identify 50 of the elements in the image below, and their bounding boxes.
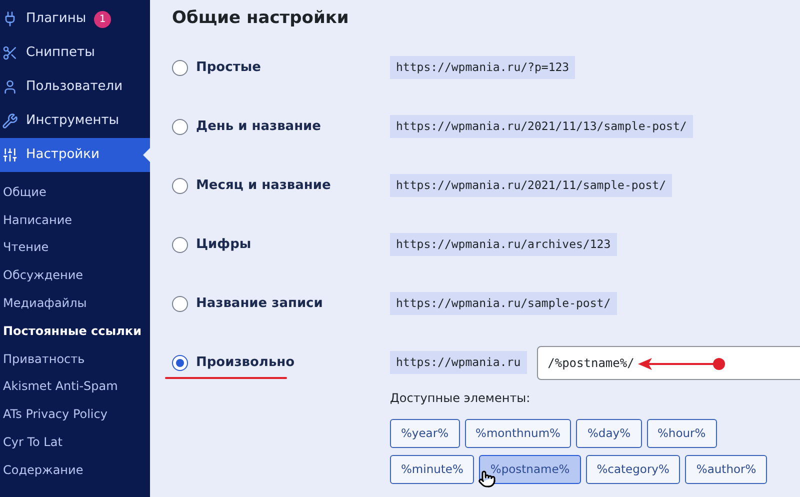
radio-button[interactable] <box>172 178 188 194</box>
url-example: https://wpmania.ru/sample-post/ <box>390 292 617 316</box>
radio-button[interactable] <box>172 118 188 134</box>
count-badge: 1 <box>94 10 112 28</box>
option-label: Цифры <box>196 236 252 254</box>
option-label: День и название <box>196 118 321 136</box>
menu-item[interactable]: Настройки <box>0 138 150 172</box>
option-label: Произвольно <box>196 354 295 372</box>
url-example: https://wpmania.ru/?p=123 <box>390 56 576 80</box>
submenu-item[interactable]: Чтение <box>3 238 49 256</box>
submenu-item[interactable]: Содержание <box>3 460 84 479</box>
url-example: https://wpmania.ru/2021/11/sample-post/ <box>390 174 672 198</box>
menu-item[interactable]: Пользователи <box>0 70 150 104</box>
option-label: Простые <box>196 58 261 77</box>
tag-button[interactable]: %year% <box>390 419 460 448</box>
submenu-item[interactable]: Обсуждение <box>3 266 84 284</box>
wrench-icon <box>2 113 18 129</box>
option-label: Название записи <box>196 294 323 313</box>
submenu-item[interactable]: Akismet Anti-Spam <box>3 377 118 396</box>
menu-item[interactable]: Инструменты <box>0 104 150 138</box>
user-icon <box>2 79 18 95</box>
tag-button[interactable]: %hour% <box>646 419 717 448</box>
tag-button[interactable]: %day% <box>576 419 642 448</box>
pointer-notch-icon <box>143 148 150 162</box>
submenu-item[interactable]: Общие <box>3 182 46 201</box>
scissors-icon <box>2 45 18 61</box>
submenu-item[interactable]: Приватность <box>3 350 85 368</box>
tag-button[interactable]: %monthnum% <box>464 419 572 448</box>
radio-button[interactable] <box>172 296 188 312</box>
option-label: Месяц и название <box>196 176 331 195</box>
radio-button[interactable] <box>172 60 188 76</box>
url-example: https://wpmania.ru <box>390 350 527 374</box>
tag-button[interactable]: %minute% <box>390 455 474 484</box>
available-tags-label: Доступные элементы: <box>390 390 530 407</box>
url-example: https://wpmania.ru/2021/11/13/sample-post/ <box>390 114 693 138</box>
tag-button[interactable]: %author% <box>685 455 768 484</box>
submenu-item[interactable]: Медиафайлы <box>3 294 87 312</box>
submenu-item[interactable]: Постоянные ссылки <box>3 322 142 340</box>
menu-item[interactable]: Сниппеты <box>0 36 150 70</box>
menu-item[interactable]: Плагины 1 <box>0 2 150 36</box>
submenu-item[interactable]: Написание <box>3 210 72 229</box>
radio-button[interactable] <box>172 354 188 370</box>
submenu-item[interactable]: ATs Privacy Policy <box>3 405 108 424</box>
radio-button[interactable] <box>172 236 188 252</box>
sliders-icon <box>2 147 18 163</box>
url-example: https://wpmania.ru/archives/123 <box>390 232 617 256</box>
tag-button[interactable]: %category% <box>586 455 680 484</box>
structure-input-field[interactable]: /%postname%/ <box>536 346 800 380</box>
submenu-item[interactable]: Cyr To Lat <box>3 433 62 452</box>
section-title: Общие настройки <box>172 7 349 30</box>
